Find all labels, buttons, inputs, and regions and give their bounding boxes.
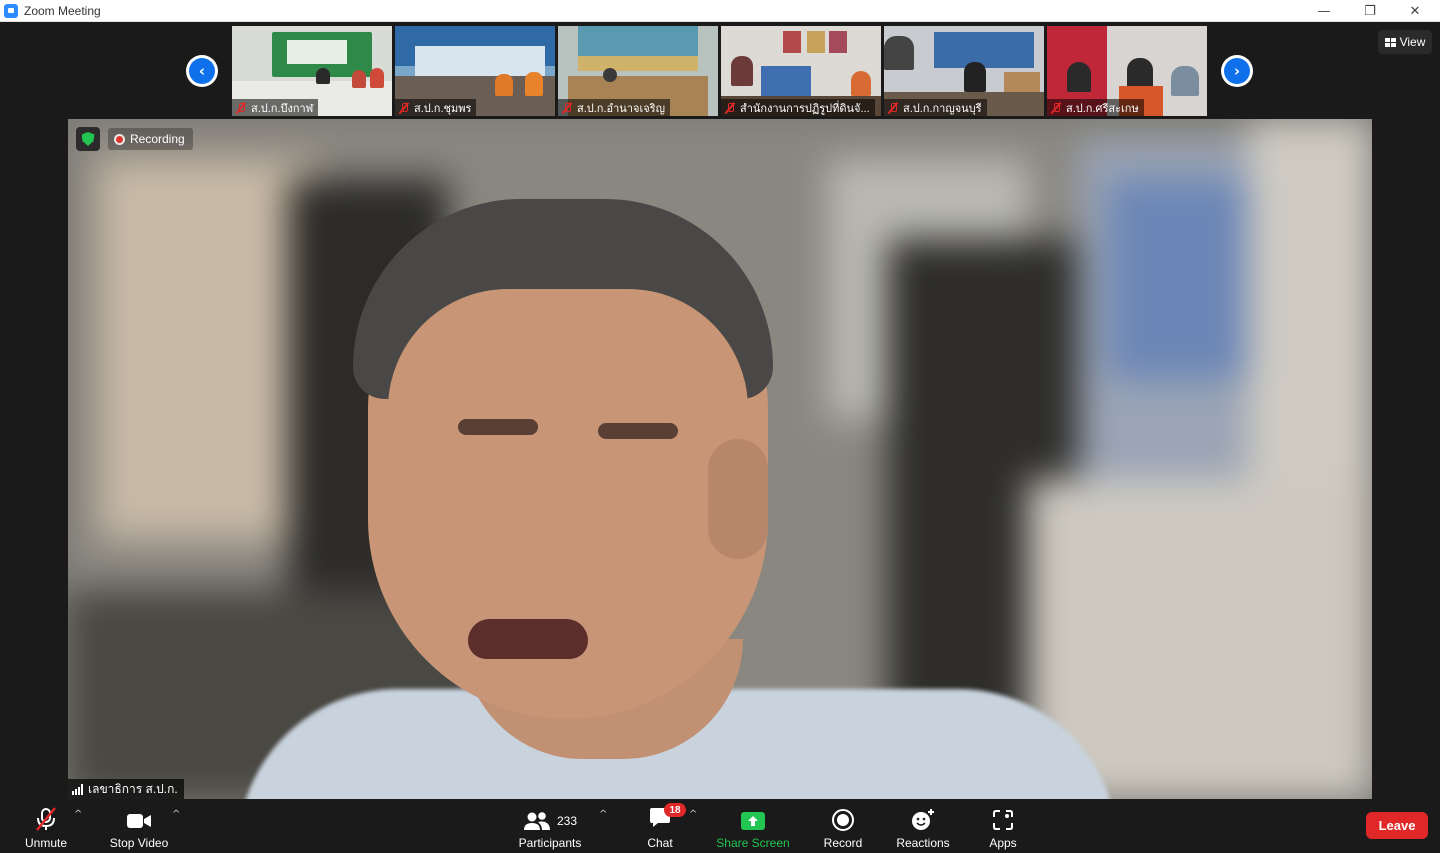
- record-label: Record: [823, 836, 863, 850]
- zoom-logo-icon: [4, 3, 18, 18]
- participant-name: ส.ป.ก.ศรีสะเกษ: [1066, 102, 1139, 115]
- close-button[interactable]: ✕: [1392, 0, 1438, 22]
- participants-icon: [523, 812, 550, 830]
- mic-muted-icon: [561, 102, 573, 114]
- participant-name: ส.ป.ก.ชุมพร: [414, 102, 472, 115]
- record-dot-icon: [114, 133, 125, 145]
- participant-tile[interactable]: ส.ป.ก.บึงกาฬ: [232, 26, 392, 116]
- mic-muted-icon: [724, 102, 736, 114]
- participant-label: ส.ป.ก.อำนาจเจริญ: [558, 99, 670, 116]
- recording-label: Recording: [130, 132, 185, 146]
- active-speaker-video: Recording เลขาธิการ ส.ป.ก.: [68, 119, 1372, 799]
- view-label: View: [1399, 35, 1426, 49]
- participant-tile[interactable]: สำนักงานการปฏิรูปที่ดินจั...: [721, 26, 881, 116]
- security-shield-icon[interactable]: [76, 127, 100, 151]
- stop-video-button[interactable]: Stop Video: [106, 804, 172, 850]
- participants-options-caret[interactable]: ^: [599, 809, 607, 820]
- grid-view-icon: [1384, 37, 1396, 47]
- participant-label: ส.ป.ก.บึงกาฬ: [232, 99, 319, 116]
- share-screen-label: Share Screen: [716, 836, 790, 850]
- window-title: Zoom Meeting: [24, 3, 101, 18]
- speaker-name: เลขาธิการ ส.ป.ก.: [88, 781, 178, 796]
- participant-tile[interactable]: ส.ป.ก.กาญจนบุรี: [884, 26, 1044, 116]
- participant-label: ส.ป.ก.กาญจนบุรี: [884, 99, 987, 116]
- leave-button[interactable]: Leave: [1366, 812, 1428, 839]
- minimize-button[interactable]: —: [1301, 0, 1347, 22]
- mic-muted-icon: [36, 807, 56, 831]
- chat-options-caret[interactable]: ^: [689, 809, 697, 820]
- participant-tile[interactable]: ส.ป.ก.อำนาจเจริญ: [558, 26, 718, 116]
- chat-unread-badge: 18: [664, 803, 686, 817]
- apps-label: Apps: [989, 836, 1017, 850]
- share-screen-button[interactable]: Share Screen: [716, 804, 790, 850]
- meeting-toolbar: Unmute ^ Stop Video ^ 233 Participants ^: [0, 799, 1440, 853]
- participant-name: สำนักงานการปฏิรูปที่ดินจั...: [740, 102, 870, 115]
- unmute-label: Unmute: [24, 836, 68, 850]
- chevron-right-icon: ›: [1224, 58, 1250, 84]
- apps-icon: [993, 810, 1013, 830]
- share-screen-icon: [741, 812, 765, 830]
- reactions-label: Reactions: [896, 836, 950, 850]
- gallery-strip: ‹ ส.ป.ก.บึงกาฬ ส.ป.ก.ชุมพร ส.ป.ก.อำนาจเจ…: [0, 22, 1440, 119]
- participant-name: ส.ป.ก.อำนาจเจริญ: [577, 102, 665, 115]
- chevron-left-icon: ‹: [189, 58, 215, 84]
- participants-count: 233: [556, 814, 578, 828]
- apps-button[interactable]: Apps: [983, 804, 1023, 850]
- view-button[interactable]: View: [1378, 30, 1432, 54]
- mic-muted-icon: [235, 102, 247, 114]
- speaker-name-tag: เลขาธิการ ส.ป.ก.: [68, 779, 184, 799]
- mic-muted-icon: [398, 102, 410, 114]
- participants-button[interactable]: 233 Participants: [514, 804, 586, 850]
- participant-tile[interactable]: ส.ป.ก.ศรีสะเกษ: [1047, 26, 1207, 116]
- title-bar: Zoom Meeting — ❐ ✕: [0, 0, 1440, 22]
- participant-name: ส.ป.ก.บึงกาฬ: [251, 102, 314, 115]
- audio-options-caret[interactable]: ^: [74, 809, 82, 820]
- gallery-prev-button[interactable]: ‹: [186, 55, 218, 87]
- participant-label: ส.ป.ก.ศรีสะเกษ: [1047, 99, 1144, 116]
- video-camera-icon: [127, 814, 151, 828]
- unmute-button[interactable]: Unmute: [20, 804, 72, 850]
- stop-video-label: Stop Video: [109, 836, 169, 850]
- chat-label: Chat: [647, 836, 673, 850]
- mic-muted-icon: [887, 102, 899, 114]
- participants-label: Participants: [518, 836, 582, 850]
- gallery-next-button[interactable]: ›: [1221, 55, 1253, 87]
- chat-button[interactable]: 18 Chat: [640, 803, 686, 850]
- video-options-caret[interactable]: ^: [172, 809, 180, 820]
- restore-button[interactable]: ❐: [1347, 0, 1393, 22]
- reactions-button[interactable]: Reactions: [894, 804, 952, 850]
- record-icon: [832, 809, 854, 831]
- participant-label: สำนักงานการปฏิรูปที่ดินจั...: [721, 99, 875, 116]
- mic-muted-icon: [1050, 102, 1062, 114]
- record-button[interactable]: Record: [820, 804, 866, 850]
- reactions-smiley-icon: [912, 809, 934, 830]
- recording-indicator[interactable]: Recording: [108, 128, 193, 150]
- participant-name: ส.ป.ก.กาญจนบุรี: [903, 102, 982, 115]
- signal-strength-icon: [72, 783, 83, 795]
- speaker-person: [68, 119, 1372, 799]
- participant-label: ส.ป.ก.ชุมพร: [395, 99, 477, 116]
- participant-tile[interactable]: ส.ป.ก.ชุมพร: [395, 26, 555, 116]
